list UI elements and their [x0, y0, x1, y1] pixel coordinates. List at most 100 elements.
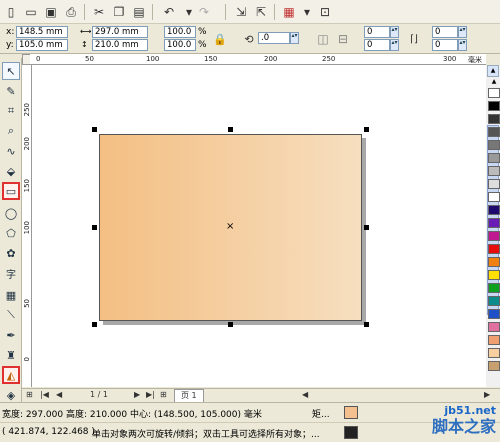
corner-spinner[interactable]: ▴▾	[390, 26, 399, 38]
palette-swatch[interactable]	[488, 257, 500, 267]
corner-bottom-left-field[interactable]: 0	[364, 39, 390, 51]
corner-bottom-right-field[interactable]: 0	[432, 39, 458, 51]
outline-tool-icon[interactable]: ♜	[2, 346, 20, 364]
selection-handle[interactable]	[92, 127, 97, 132]
palette-swatch[interactable]	[488, 114, 500, 124]
mirror-vertical-icon[interactable]: ⊟	[334, 30, 352, 48]
dimension-tool-icon[interactable]: ⟍	[2, 306, 20, 324]
open-icon[interactable]: ▭	[22, 3, 40, 21]
palette-swatch[interactable]	[488, 88, 500, 98]
import-icon[interactable]: ⇲	[232, 3, 250, 21]
palette-swatch[interactable]	[488, 348, 500, 358]
corner-top-left-field[interactable]: 0	[364, 26, 390, 38]
first-page-icon[interactable]: |◀	[40, 390, 49, 399]
toolbar-separator	[84, 4, 85, 20]
width-field[interactable]: 297.0 mm	[92, 26, 148, 38]
ruler-unit-label: 毫米	[468, 56, 482, 64]
new-icon[interactable]: ▯	[2, 3, 20, 21]
export-icon[interactable]: ⇱	[252, 3, 270, 21]
selection-handle[interactable]	[228, 322, 233, 327]
scale-y-field[interactable]: 100.0	[164, 39, 196, 51]
basic-shapes-tool-icon[interactable]: ✿	[2, 244, 20, 262]
palette-swatch[interactable]	[488, 166, 500, 176]
palette-swatch[interactable]	[488, 322, 500, 332]
toolbar-separator	[225, 4, 226, 20]
scroll-up-icon[interactable]: ▲	[487, 65, 499, 77]
table-tool-icon[interactable]: ▦	[2, 286, 20, 304]
page-settings-icon[interactable]: ⊞	[26, 390, 33, 399]
polygon-tool-icon[interactable]: ⬠	[2, 224, 20, 242]
corner-top-right-field[interactable]: 0	[432, 26, 458, 38]
selection-handle[interactable]	[92, 225, 97, 230]
rotation-spinner[interactable]: ▴▾	[290, 32, 299, 44]
print-icon[interactable]: ⎙	[62, 3, 80, 21]
paste-icon[interactable]: ▤	[130, 3, 148, 21]
ruler-horizontal[interactable]: 0 50 100 150 200 250 300 毫米	[30, 54, 486, 65]
fill-color-swatch[interactable]	[344, 406, 358, 419]
palette-swatch[interactable]	[488, 140, 500, 150]
corner-spinner[interactable]: ▴▾	[458, 39, 467, 51]
selection-handle[interactable]	[92, 322, 97, 327]
palette-scroll-up-icon[interactable]: ▲	[488, 78, 500, 86]
outline-color-swatch[interactable]	[344, 426, 358, 439]
y-position-field[interactable]: 105.0 mm	[16, 39, 68, 51]
selection-handle[interactable]	[228, 127, 233, 132]
palette-swatch[interactable]	[488, 153, 500, 163]
corner-lock-icon[interactable]: ⌈⌋	[405, 30, 423, 48]
eyedropper-tool-icon[interactable]: ✒	[2, 326, 20, 344]
palette-swatch[interactable]	[488, 270, 500, 280]
mirror-horizontal-icon[interactable]: ◫	[314, 30, 332, 48]
text-tool-icon[interactable]: 字	[2, 264, 20, 282]
prev-page-icon[interactable]: ◀	[56, 390, 62, 399]
shape-tool-icon[interactable]: ✎	[2, 82, 20, 100]
fill-tool-icon[interactable]: ◭	[2, 366, 20, 384]
rotation-field[interactable]: .0	[258, 32, 290, 44]
palette-swatch[interactable]	[488, 309, 500, 319]
tab-page-1[interactable]: 页 1	[174, 389, 204, 402]
freehand-tool-icon[interactable]: ∿	[2, 142, 20, 160]
undo-icon[interactable]: ↶	[160, 3, 178, 21]
palette-swatch[interactable]	[488, 192, 500, 202]
palette-swatch[interactable]	[488, 101, 500, 111]
smart-fill-tool-icon[interactable]: ⬙	[2, 162, 20, 180]
palette-swatch[interactable]	[488, 361, 500, 371]
corner-spinner[interactable]: ▴▾	[390, 39, 399, 51]
height-icon: ↕	[81, 40, 88, 49]
lock-ratio-icon[interactable]: 🔒	[211, 30, 229, 48]
next-page-icon[interactable]: ▶	[134, 390, 140, 399]
ellipse-tool-icon[interactable]: ◯	[2, 204, 20, 222]
launcher-dropdown-icon[interactable]: ▾	[298, 3, 316, 21]
save-icon[interactable]: ▣	[42, 3, 60, 21]
app-launcher-icon[interactable]: ▦	[280, 3, 298, 21]
redo-icon[interactable]: ↷	[195, 3, 213, 21]
palette-swatch[interactable]	[488, 283, 500, 293]
palette-swatch[interactable]	[488, 127, 500, 137]
scale-x-field[interactable]: 100.0	[164, 26, 196, 38]
hscroll-right-icon[interactable]: ▶	[484, 390, 490, 399]
corner-spinner[interactable]: ▴▾	[458, 26, 467, 38]
height-field[interactable]: 210.0 mm	[92, 39, 148, 51]
crop-tool-icon[interactable]: ⌗	[2, 102, 20, 120]
ruler-vertical[interactable]: 250 200 150 100 50 0	[22, 65, 32, 387]
selection-handle[interactable]	[364, 225, 369, 230]
palette-swatch[interactable]	[488, 218, 500, 228]
pick-tool-icon[interactable]: ↖	[2, 62, 20, 80]
palette-swatch[interactable]	[488, 231, 500, 241]
zoom-tool-icon[interactable]: ⌕	[2, 122, 20, 140]
palette-swatch[interactable]	[488, 335, 500, 345]
rectangle-tool-icon[interactable]: ▭	[2, 182, 20, 200]
palette-swatch[interactable]	[488, 179, 500, 189]
ruler-tick-label: 100	[23, 221, 31, 235]
palette-swatch[interactable]	[488, 244, 500, 254]
palette-swatch[interactable]	[488, 296, 500, 306]
add-page-icon[interactable]: ⊞	[160, 390, 167, 399]
welcome-icon[interactable]: ⊡	[316, 3, 334, 21]
x-position-field[interactable]: 148.5 mm	[16, 26, 68, 38]
palette-swatch[interactable]	[488, 205, 500, 215]
copy-icon[interactable]: ❐	[110, 3, 128, 21]
hscroll-left-icon[interactable]: ◀	[302, 390, 308, 399]
cut-icon[interactable]: ✂	[90, 3, 108, 21]
selection-handle[interactable]	[364, 127, 369, 132]
selection-handle[interactable]	[364, 322, 369, 327]
last-page-icon[interactable]: ▶|	[146, 390, 155, 399]
